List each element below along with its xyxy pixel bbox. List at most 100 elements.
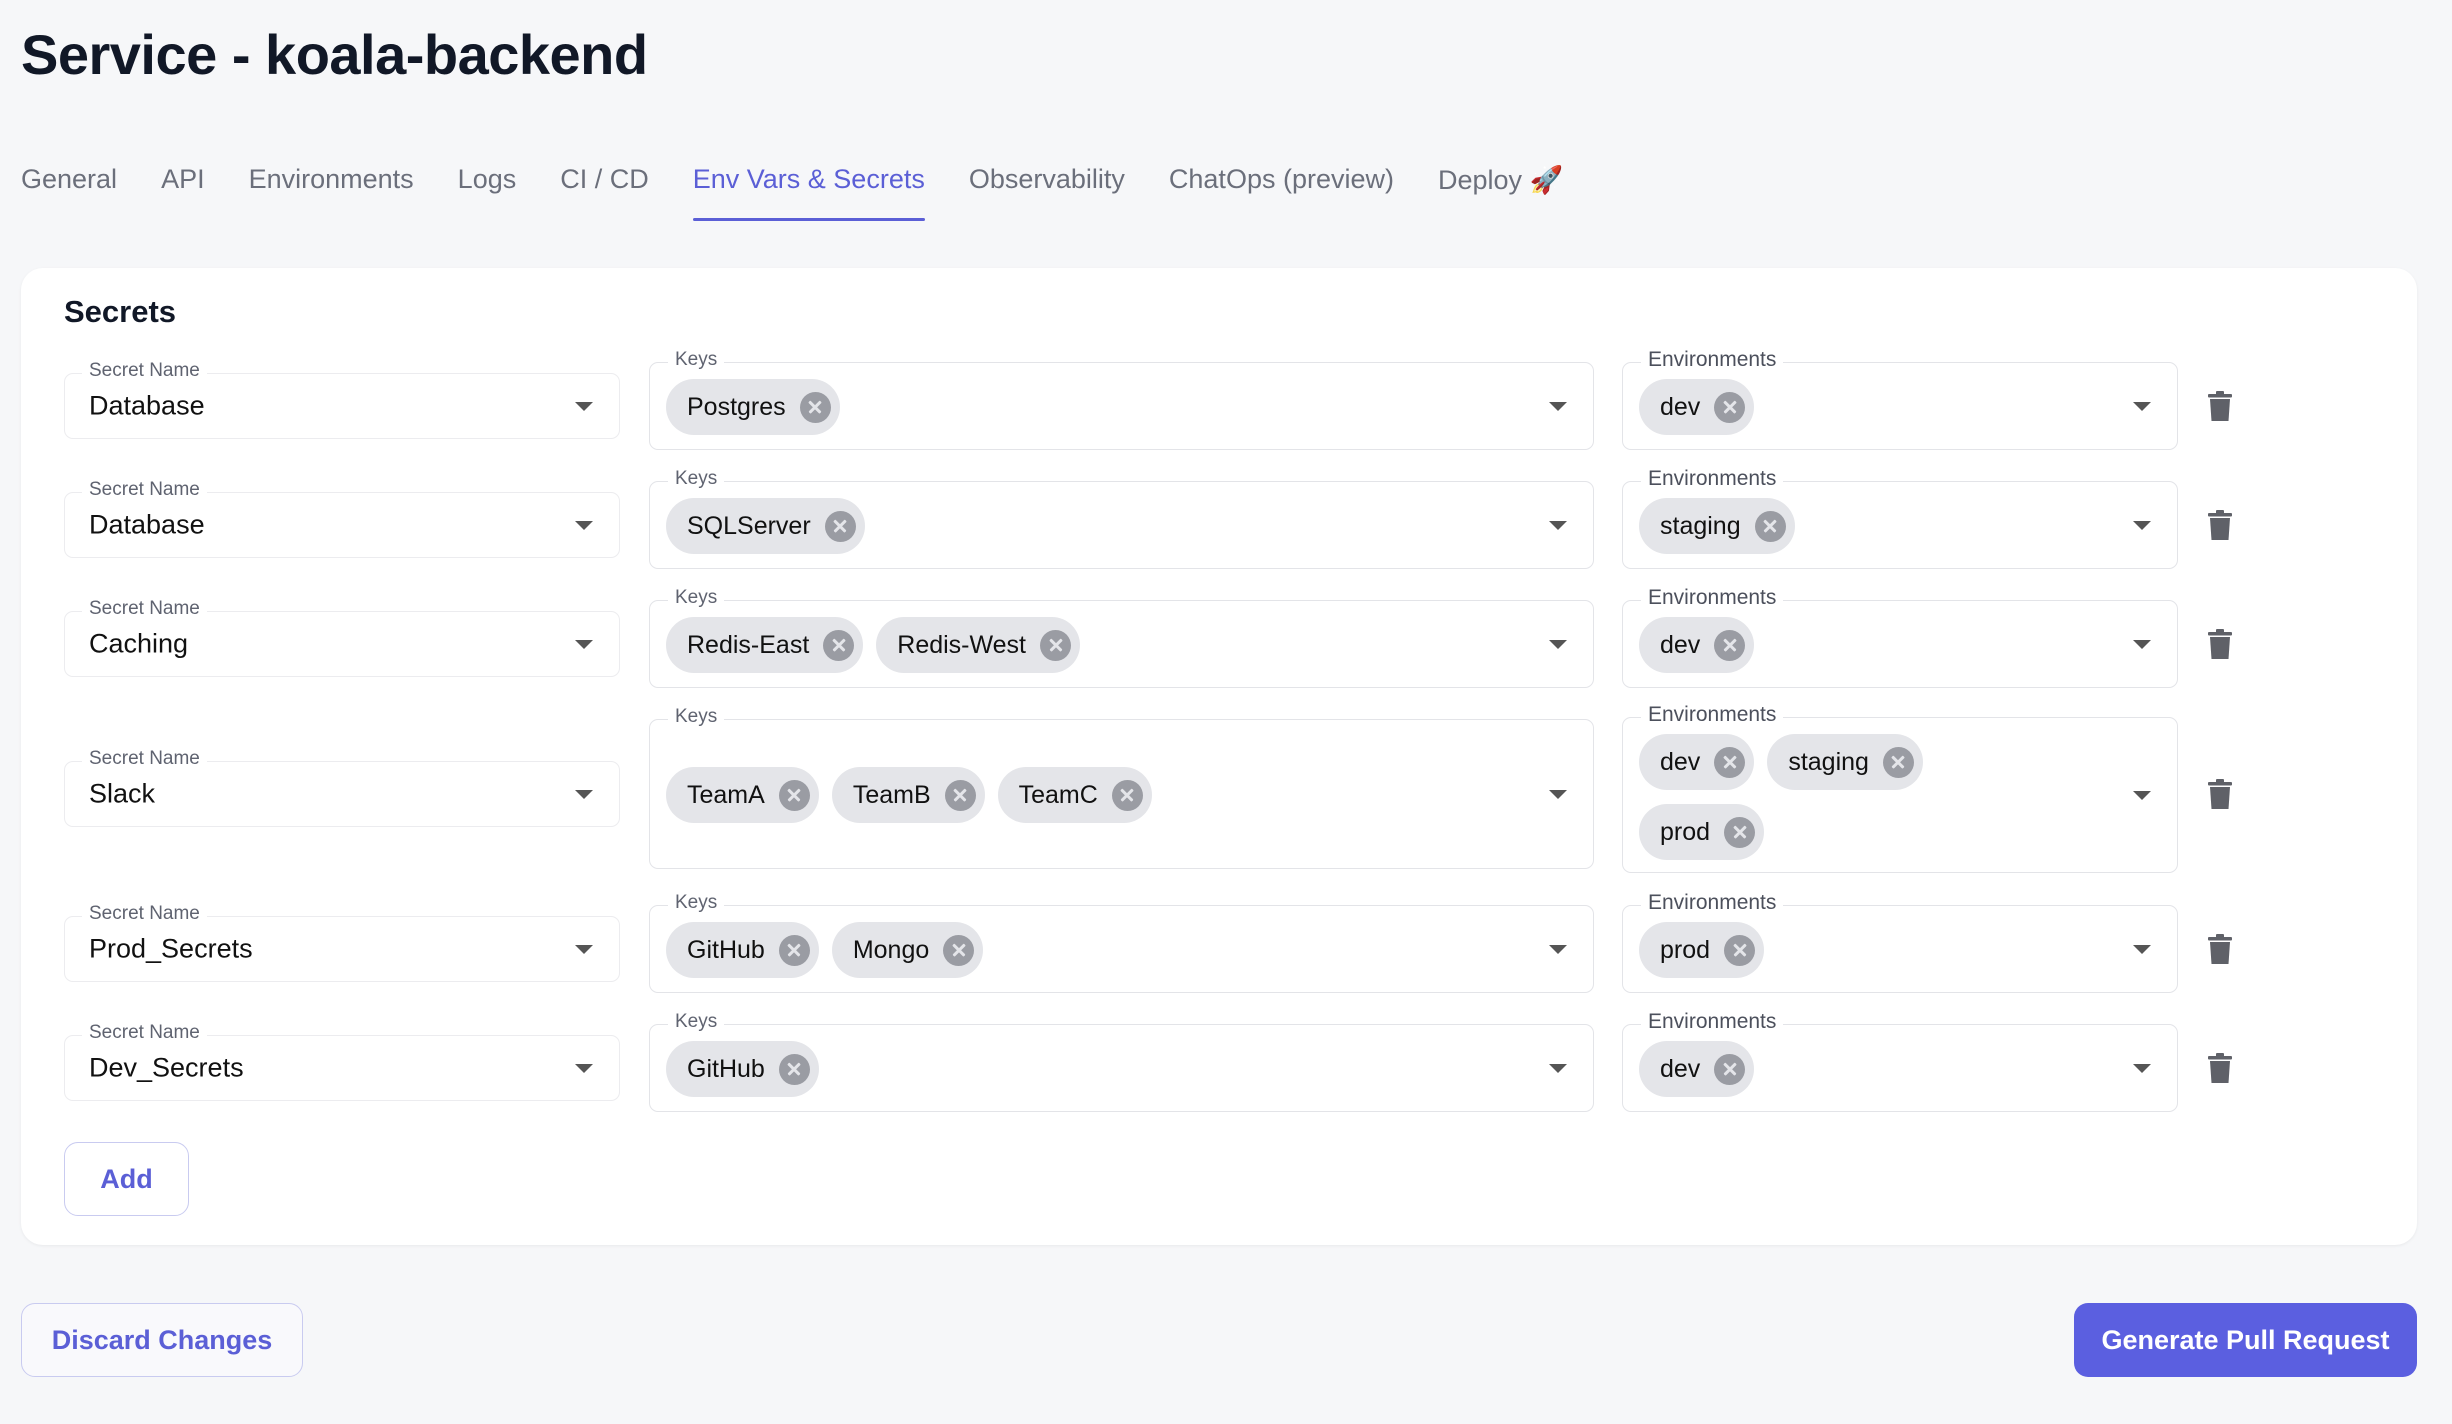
environments-multiselect[interactable]: Environments prod (1622, 892, 2178, 993)
environment-chip: dev (1639, 617, 1755, 673)
secret-name-value: Caching (89, 628, 189, 659)
secret-name-select[interactable]: Secret Name Dev_Secrets (64, 1022, 620, 1101)
tab-deploy[interactable]: Deploy 🚀 (1438, 160, 1563, 224)
generate-pull-request-button[interactable]: Generate Pull Request (2074, 1303, 2417, 1377)
chip-label: TeamB (852, 780, 931, 809)
chevron-down-icon[interactable] (2133, 521, 2151, 530)
environments-multiselect[interactable]: Environments dev (1622, 587, 2178, 688)
chevron-down-icon[interactable] (2133, 945, 2151, 954)
close-circle-icon[interactable] (1754, 510, 1786, 542)
tab-logs[interactable]: Logs (458, 160, 517, 224)
secret-name-value: Prod_Secrets (89, 933, 253, 964)
chevron-down-icon[interactable] (575, 521, 593, 530)
add-button[interactable]: Add (64, 1142, 189, 1216)
secret-name-select[interactable]: Secret Name Database (64, 479, 620, 558)
chevron-down-icon[interactable] (1549, 640, 1567, 649)
chevron-down-icon[interactable] (1549, 945, 1567, 954)
chevron-down-icon[interactable] (575, 1064, 593, 1073)
trash-icon[interactable] (2208, 779, 2232, 811)
environments-label: Environments (1641, 1011, 1784, 1033)
environments-multiselect[interactable]: Environments staging (1622, 468, 2178, 569)
secret-name-select[interactable]: Secret Name Caching (64, 598, 620, 677)
chevron-down-icon[interactable] (575, 402, 593, 411)
chevron-down-icon[interactable] (575, 640, 593, 649)
keys-multiselect[interactable]: Keys GitHub Mongo (649, 892, 1594, 993)
key-chip: TeamA (666, 767, 819, 823)
close-circle-icon[interactable] (1882, 746, 1914, 778)
secret-name-label: Secret Name (82, 748, 207, 770)
chevron-down-icon[interactable] (1549, 521, 1567, 530)
key-chip: Postgres (666, 379, 840, 435)
close-circle-icon[interactable] (1111, 779, 1143, 811)
chevron-down-icon[interactable] (1549, 402, 1567, 411)
close-circle-icon[interactable] (1714, 391, 1746, 423)
key-chip: TeamC (997, 767, 1152, 823)
chevron-down-icon[interactable] (2133, 640, 2151, 649)
trash-icon[interactable] (2208, 629, 2232, 661)
close-circle-icon[interactable] (1714, 629, 1746, 661)
keys-multiselect[interactable]: Keys Redis-East Redis-West (649, 587, 1594, 688)
close-circle-icon[interactable] (1724, 816, 1756, 848)
keys-multiselect[interactable]: Keys SQLServer (649, 468, 1594, 569)
environments-label: Environments (1641, 468, 1784, 490)
close-circle-icon[interactable] (1714, 1053, 1746, 1085)
close-circle-icon[interactable] (1724, 934, 1756, 966)
secret-name-select[interactable]: Secret Name Database (64, 360, 620, 439)
keys-label: Keys (668, 706, 725, 728)
tab-environments[interactable]: Environments (249, 160, 414, 224)
secret-name-value: Slack (89, 778, 156, 809)
close-circle-icon[interactable] (799, 391, 831, 423)
keys-multiselect[interactable]: Keys GitHub (649, 1011, 1594, 1112)
trash-icon[interactable] (2208, 1053, 2232, 1085)
tab-env-vars-secrets[interactable]: Env Vars & Secrets (692, 160, 925, 224)
tab-api[interactable]: API (161, 160, 205, 224)
tab-ci-cd[interactable]: CI / CD (560, 160, 649, 224)
environments-label: Environments (1641, 704, 1784, 726)
card-title: Secrets (64, 294, 177, 329)
key-chip: Redis-East (666, 617, 864, 673)
close-circle-icon[interactable] (1040, 629, 1072, 661)
tab-chatops[interactable]: ChatOps (preview) (1169, 160, 1394, 224)
discard-changes-button[interactable]: Discard Changes (21, 1303, 303, 1377)
keys-label: Keys (668, 587, 725, 609)
secret-name-select[interactable]: Secret Name Prod_Secrets (64, 903, 620, 982)
close-circle-icon[interactable] (1714, 746, 1746, 778)
chevron-down-icon[interactable] (2133, 402, 2151, 411)
chevron-down-icon[interactable] (2133, 1064, 2151, 1073)
chevron-down-icon[interactable] (575, 945, 593, 954)
environments-chip-list: dev (1639, 379, 1977, 435)
environments-multiselect[interactable]: Environments dev staging prod (1622, 704, 2178, 873)
environments-label: Environments (1641, 587, 1784, 609)
environment-chip: prod (1639, 804, 1765, 860)
key-chip: Mongo (831, 922, 984, 978)
secret-name-label: Secret Name (82, 1022, 207, 1044)
close-circle-icon[interactable] (778, 934, 810, 966)
tab-general[interactable]: General (21, 160, 117, 224)
close-circle-icon[interactable] (943, 934, 975, 966)
key-chip: SQLServer (666, 498, 865, 554)
chevron-down-icon[interactable] (575, 790, 593, 799)
secrets-card: Secrets Secret Name Database Keys Postgres E… (21, 268, 2417, 1245)
environment-chip: staging (1639, 498, 1795, 554)
trash-icon[interactable] (2208, 391, 2232, 423)
close-circle-icon[interactable] (944, 779, 976, 811)
secret-name-select[interactable]: Secret Name Slack (64, 748, 620, 827)
chevron-down-icon[interactable] (1549, 1064, 1567, 1073)
chevron-down-icon[interactable] (1549, 790, 1567, 799)
secret-name-value: Database (89, 390, 205, 421)
environments-multiselect[interactable]: Environments dev (1622, 349, 2178, 450)
close-circle-icon[interactable] (823, 629, 855, 661)
tab-observability[interactable]: Observability (969, 160, 1125, 224)
keys-multiselect[interactable]: Keys Postgres (649, 349, 1594, 450)
close-circle-icon[interactable] (824, 510, 856, 542)
secret-name-value: Dev_Secrets (89, 1052, 244, 1083)
close-circle-icon[interactable] (778, 1053, 810, 1085)
close-circle-icon[interactable] (778, 779, 810, 811)
chip-label: dev (1660, 1054, 1701, 1083)
environments-multiselect[interactable]: Environments dev (1622, 1011, 2178, 1112)
trash-icon[interactable] (2208, 510, 2232, 542)
keys-multiselect[interactable]: Keys TeamA TeamB TeamC (649, 706, 1594, 869)
chevron-down-icon[interactable] (2133, 791, 2151, 800)
keys-chip-list: GitHub Mongo (666, 922, 1523, 978)
trash-icon[interactable] (2208, 934, 2232, 966)
